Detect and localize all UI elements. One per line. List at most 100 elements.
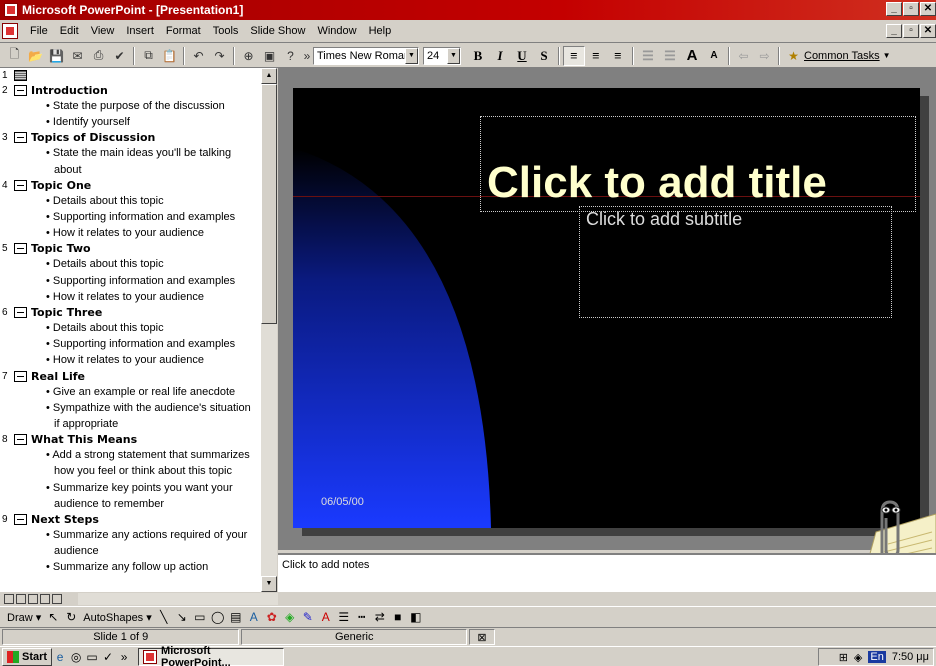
line-style-icon[interactable]: ☰ [335, 608, 353, 626]
subtitle-placeholder[interactable]: Click to add subtitle [579, 206, 892, 318]
outline-bullet[interactable]: Give an example or real life anecdote [0, 384, 261, 400]
outline-slide-title[interactable]: Topics of Discussion [31, 131, 155, 144]
document-icon[interactable] [2, 23, 18, 39]
outline-slide-8[interactable]: 8 What This Means [0, 432, 261, 447]
align-left-icon[interactable]: ≡ [563, 45, 585, 66]
outlook-icon[interactable]: ◎ [68, 649, 84, 665]
doc-restore-button[interactable]: ▫ [903, 24, 919, 38]
grayscale-icon[interactable]: ▣ [259, 46, 280, 66]
outline-bullet[interactable]: Summarize key points you want your audie… [0, 480, 261, 512]
zoom-icon[interactable]: ⊕ [238, 46, 259, 66]
outline-bullet[interactable]: State the purpose of the discussion [0, 98, 261, 114]
slide-view-icon[interactable] [28, 594, 38, 604]
dash-style-icon[interactable]: ┅ [353, 608, 371, 626]
outline-view-icon[interactable] [16, 594, 26, 604]
outline-bullet[interactable]: Supporting information and examples [0, 336, 261, 352]
arrow-style-icon[interactable]: ⇄ [371, 608, 389, 626]
redo-icon[interactable]: ↷ [209, 46, 230, 66]
slide-icon[interactable] [14, 85, 27, 96]
outline-pane[interactable]: 1 2 IntroductionState the purpose of the … [0, 68, 261, 592]
outline-bullet[interactable]: Add a strong statement that summarizes h… [0, 447, 261, 479]
new-icon[interactable]: 🗋 [4, 46, 25, 66]
autoshapes-menu-button[interactable]: AutoShapes ▾ [80, 611, 155, 624]
outline-bullet[interactable]: Summarize any actions required of your a… [0, 527, 261, 559]
more-buttons-icon[interactable]: » [301, 46, 313, 66]
open-icon[interactable]: 📂 [25, 46, 46, 66]
bullets-icon[interactable]: ☰ [659, 46, 681, 66]
menu-help[interactable]: Help [363, 25, 398, 37]
outline-bullet[interactable]: How it relates to your audience [0, 352, 261, 368]
doc-close-button[interactable]: ✕ [920, 24, 936, 38]
outline-slide-9[interactable]: 9 Next Steps [0, 512, 261, 527]
numbering-icon[interactable]: ☰ [637, 46, 659, 66]
outline-slide-title[interactable]: What This Means [31, 433, 137, 446]
chevron-down-icon[interactable]: ▼ [883, 51, 891, 60]
outline-bullet[interactable]: Details about this topic [0, 256, 261, 272]
outline-slide-7[interactable]: 7 Real Life [0, 369, 261, 384]
align-center-icon[interactable]: ≡ [585, 46, 607, 66]
chevron-down-icon[interactable]: ▼ [405, 47, 418, 64]
outline-slide-5[interactable]: 5 Topic Two [0, 241, 261, 256]
language-indicator[interactable]: En [868, 651, 886, 663]
slide-icon[interactable] [14, 132, 27, 144]
window-titlebar[interactable]: Microsoft PowerPoint - [Presentation1] _… [0, 0, 936, 20]
line-tool-icon[interactable]: ╲ [155, 608, 173, 626]
common-tasks-button[interactable]: Common Tasks [804, 50, 880, 62]
copy-icon[interactable]: ⧉ [138, 46, 159, 66]
restore-button[interactable]: ▫ [903, 2, 919, 16]
menu-window[interactable]: Window [311, 25, 362, 37]
shadow-button[interactable]: S [533, 46, 555, 66]
outline-bullet[interactable]: Details about this topic [0, 193, 261, 209]
outline-bullet[interactable]: Details about this topic [0, 320, 261, 336]
shadow-icon[interactable]: ■ [389, 608, 407, 626]
horizontal-scrollbar[interactable] [78, 593, 278, 605]
outline-bullet[interactable]: How it relates to your audience [0, 225, 261, 241]
network-icon[interactable]: ⊞ [839, 651, 848, 664]
slide-sorter-view-icon[interactable] [40, 594, 50, 604]
doc-minimize-button[interactable]: _ [886, 24, 902, 38]
outline-slide-2[interactable]: 2 Introduction [0, 83, 261, 98]
menu-format[interactable]: Format [160, 25, 207, 37]
normal-view-icon[interactable] [4, 594, 14, 604]
oval-tool-icon[interactable]: ◯ [209, 608, 227, 626]
underline-button[interactable]: U [511, 46, 533, 66]
powerpoint-app-icon[interactable] [4, 3, 18, 17]
desktop-icon[interactable]: ▭ [84, 649, 100, 665]
outline-slide-title[interactable]: Topic One [31, 179, 91, 192]
3d-icon[interactable]: ◧ [407, 608, 425, 626]
save-icon[interactable]: 💾 [46, 46, 67, 66]
outline-slide-title[interactable]: Introduction [31, 84, 108, 97]
title-placeholder[interactable]: Click to add title [480, 116, 916, 212]
outline-slide-1[interactable]: 1 [0, 68, 261, 83]
free-rotate-icon[interactable]: ↻ [62, 608, 80, 626]
increase-font-icon[interactable]: A [681, 46, 703, 66]
email-icon[interactable]: ✉ [67, 46, 88, 66]
slide-show-view-icon[interactable] [52, 594, 62, 604]
spelling-icon[interactable]: ✔ [109, 46, 130, 66]
decrease-font-icon[interactable]: A [703, 46, 725, 66]
outline-bullet[interactable]: Identify yourself [0, 114, 261, 130]
undo-icon[interactable]: ↶ [188, 46, 209, 66]
outline-slide-6[interactable]: 6 Topic Three [0, 305, 261, 320]
outline-slide-title[interactable]: Topic Two [31, 242, 91, 255]
arrow-tool-icon[interactable]: ↘ [173, 608, 191, 626]
outline-slide-title[interactable]: Real Life [31, 370, 85, 383]
slide-icon[interactable] [14, 370, 27, 382]
more-quicklaunch-icon[interactable]: » [116, 649, 132, 665]
internet-explorer-icon[interactable]: e [52, 649, 68, 665]
outline-slide-3[interactable]: 3 Topics of Discussion [0, 130, 261, 145]
menu-insert[interactable]: Insert [120, 25, 160, 37]
channels-icon[interactable]: ✓ [100, 649, 116, 665]
font-size-combo[interactable]: 24 ▼ [423, 46, 461, 65]
slide-canvas[interactable]: Click to add title Click to add subtitle… [293, 88, 920, 528]
scroll-down-icon[interactable]: ▼ [261, 576, 277, 592]
slide-icon[interactable] [14, 514, 27, 526]
draw-menu-button[interactable]: Draw ▾ [4, 611, 44, 624]
outline-slide-4[interactable]: 4 Topic One [0, 178, 261, 193]
close-button[interactable]: ✕ [920, 2, 936, 16]
slide-icon[interactable] [14, 434, 27, 446]
clip-art-icon[interactable]: ✿ [263, 608, 281, 626]
paste-icon[interactable]: 📋 [159, 46, 180, 66]
slide-icon[interactable] [14, 307, 27, 319]
menu-edit[interactable]: Edit [54, 25, 85, 37]
